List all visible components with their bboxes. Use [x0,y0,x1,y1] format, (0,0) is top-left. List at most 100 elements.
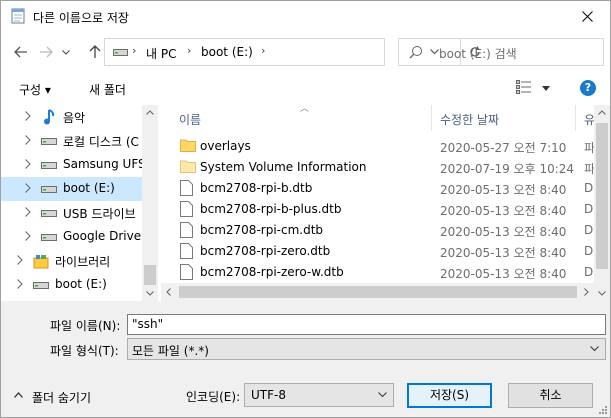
folder-icon [180,160,196,173]
scroll-thumb[interactable] [179,286,577,298]
file-icon [180,201,193,217]
drive-icon [41,138,57,145]
file-list-vertical-scrollbar[interactable] [594,105,610,301]
chevron-right-icon[interactable] [25,183,31,193]
file-row[interactable]: bcm2708-rpi-b-plus.dtb 2020-05-13 오전 8:4… [161,199,594,220]
file-name: System Volume Information [200,160,367,174]
filename-input[interactable]: "ssh" [127,314,606,335]
organize-menu[interactable]: 구성 ▾ [19,81,51,98]
file-type: D [584,244,594,258]
scroll-down-icon[interactable] [146,291,154,296]
file-list-horizontal-scrollbar[interactable] [161,283,594,301]
file-type: D [584,181,594,195]
title-bar: 다른 이름으로 저장 [1,1,610,31]
file-type: D [584,202,594,216]
breadcrumb-this-pc[interactable]: 내 PC [146,45,176,62]
filetype-select[interactable]: 모든 파일 (*.*) [127,338,606,360]
tree-item-label: Google Drive F [63,229,152,243]
chevron-down-icon [542,86,550,91]
chevron-down-icon [378,392,387,398]
scroll-thumb[interactable] [144,265,156,285]
tree-item-usb-drive[interactable]: USB 드라이브 [1,201,142,225]
file-icon [180,243,193,259]
save-button[interactable]: 저장(S) [407,383,492,408]
tree-item-boot-drive[interactable]: boot (E:) [1,273,142,297]
file-name: bcm2708-rpi-b-plus.dtb [200,202,342,216]
file-date: 2020-05-13 오전 8:40 [440,267,567,281]
filetype-value: 모든 파일 (*.*) [132,344,209,358]
encoding-label: 인코딩(E): [186,390,241,404]
library-icon [33,255,49,269]
scroll-left-icon[interactable] [166,288,171,296]
breadcrumb-separator: › [261,44,266,57]
file-row[interactable]: bcm2708-rpi-zero-w.dtb 2020-05-13 오전 8:4… [161,262,594,283]
encoding-select[interactable]: UTF-8 [244,383,394,407]
file-date: 2020-05-13 오전 8:40 [440,246,567,260]
file-type: D [584,223,594,237]
chevron-right-icon[interactable] [25,231,31,241]
new-folder-button[interactable]: 새 폴더 [89,81,126,98]
resize-grip-icon[interactable] [598,405,608,415]
breadcrumb-boot-drive[interactable]: boot (E:) [201,45,253,59]
tree-item-local-disk[interactable]: 로컬 디스크 (C [1,129,142,153]
tree-item-google-drive[interactable]: Google Drive F [1,225,152,249]
scroll-up-icon[interactable] [598,110,606,115]
close-icon [581,10,593,22]
scroll-thumb[interactable] [596,123,608,269]
column-header-type[interactable]: 유 [576,105,594,131]
tree-item-label: 로컬 디스크 (C [63,135,139,149]
help-button[interactable]: ? [580,80,596,96]
forward-button[interactable] [34,40,58,64]
back-button[interactable] [9,40,33,64]
scroll-down-icon[interactable] [598,291,606,296]
arrow-up-icon [89,45,101,58]
tree-item-samsung-ufs[interactable]: Samsung UFS [1,153,146,177]
file-row[interactable]: bcm2708-rpi-zero.dtb 2020-05-13 오전 8:40 … [161,241,594,262]
hide-folders-label: 폴더 숨기기 [32,391,92,405]
chevron-right-icon[interactable] [25,135,31,145]
notepad-icon [11,8,25,24]
search-box[interactable]: boot (E:) 검색 [398,38,604,66]
column-header-date[interactable]: 수정한 날짜 [432,105,576,131]
search-placeholder: boot (E:) 검색 [439,47,517,61]
drive-icon [113,49,128,56]
folder-icon [180,139,196,152]
drive-icon [41,210,57,217]
column-name-label: 이름 [179,113,202,127]
drive-icon [41,186,57,193]
chevron-right-icon[interactable] [25,159,31,169]
tree-item-label: boot (E:) [55,277,107,291]
navigation-pane-scrollbar[interactable] [142,105,158,301]
file-row[interactable]: System Volume Information 2020-07-19 오후 … [161,157,594,178]
file-row[interactable]: bcm2708-rpi-cm.dtb 2020-05-13 오전 8:40 D [161,220,594,241]
file-name: bcm2708-rpi-b.dtb [200,181,313,195]
file-row[interactable]: bcm2708-rpi-b.dtb 2020-05-13 오전 8:40 D [161,178,594,199]
chevron-right-icon[interactable] [17,255,23,265]
music-icon [44,109,55,125]
drive-icon [41,234,57,241]
file-name: bcm2708-rpi-zero.dtb [200,244,331,258]
tree-item-libraries[interactable]: 라이브러리 [1,249,142,273]
chevron-right-icon[interactable] [17,279,23,289]
tree-item-boot-drive-selected[interactable]: boot (E:) [1,177,142,201]
view-options-button[interactable] [516,80,552,98]
file-icon [180,180,193,196]
tree-item-music[interactable]: 음악 [1,105,142,129]
scroll-right-icon[interactable] [584,288,589,296]
cancel-button[interactable]: 취소 [508,383,593,408]
address-bar[interactable]: › 내 PC › boot (E:) › [104,38,480,66]
close-button[interactable] [564,1,610,31]
recent-locations-button[interactable] [59,40,73,64]
save-form: 파일 이름(N): "ssh" 파일 형식(T): 모든 파일 (*.*) 폴더… [1,301,610,417]
breadcrumb-separator: › [132,44,137,57]
column-header-name[interactable]: 이름 [161,105,432,131]
chevron-up-icon [14,392,23,398]
file-row[interactable]: overlays 2020-05-27 오전 7:10 파 [161,136,594,157]
chevron-right-icon[interactable] [25,111,31,121]
encoding-value: UTF-8 [251,388,286,402]
drive-icon [33,282,49,289]
navigation-pane: 음악 로컬 디스크 (C Samsung UFS boot (E:) USB 드… [1,105,158,301]
scroll-up-icon[interactable] [146,110,154,115]
chevron-right-icon[interactable] [25,207,31,217]
column-date-label: 수정한 날짜 [440,113,500,127]
